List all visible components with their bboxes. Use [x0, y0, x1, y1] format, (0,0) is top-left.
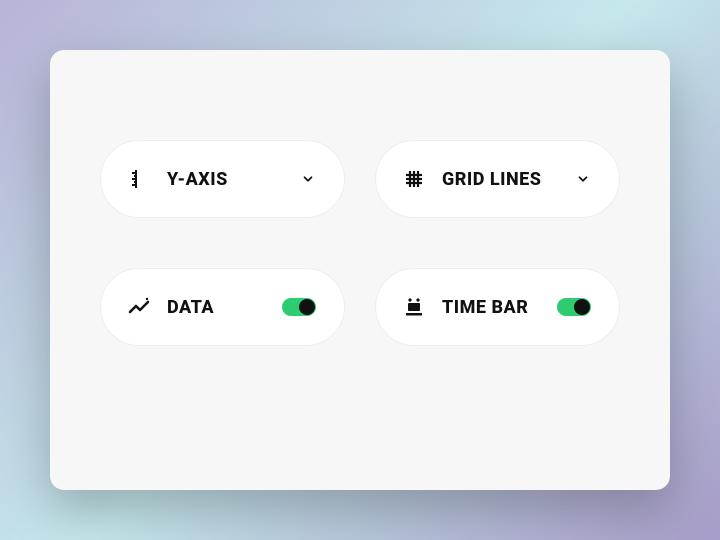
time-bar-toggle-control[interactable]: TIME BAR	[375, 268, 620, 346]
row-2: DATA TIME BAR	[100, 268, 620, 346]
data-toggle[interactable]	[282, 298, 316, 316]
time-bar-icon	[400, 293, 428, 321]
y-axis-dropdown[interactable]: Y-AXIS	[100, 140, 345, 218]
y-axis-icon	[125, 165, 153, 193]
chevron-down-icon	[300, 171, 316, 187]
grid-lines-dropdown[interactable]: GRID LINES	[375, 140, 620, 218]
toggle-knob	[299, 299, 315, 315]
row-1: Y-AXIS GRID LINES	[100, 140, 620, 218]
chevron-down-icon	[575, 171, 591, 187]
data-toggle-control[interactable]: DATA	[100, 268, 345, 346]
y-axis-label: Y-AXIS	[167, 169, 286, 190]
grid-icon	[400, 165, 428, 193]
data-label: DATA	[167, 297, 268, 318]
toggle-knob	[574, 299, 590, 315]
grid-lines-label: GRID LINES	[442, 169, 561, 190]
time-bar-label: TIME BAR	[442, 297, 543, 318]
time-bar-toggle[interactable]	[557, 298, 591, 316]
settings-panel: Y-AXIS GRID LINES	[50, 50, 670, 490]
data-line-icon	[125, 293, 153, 321]
